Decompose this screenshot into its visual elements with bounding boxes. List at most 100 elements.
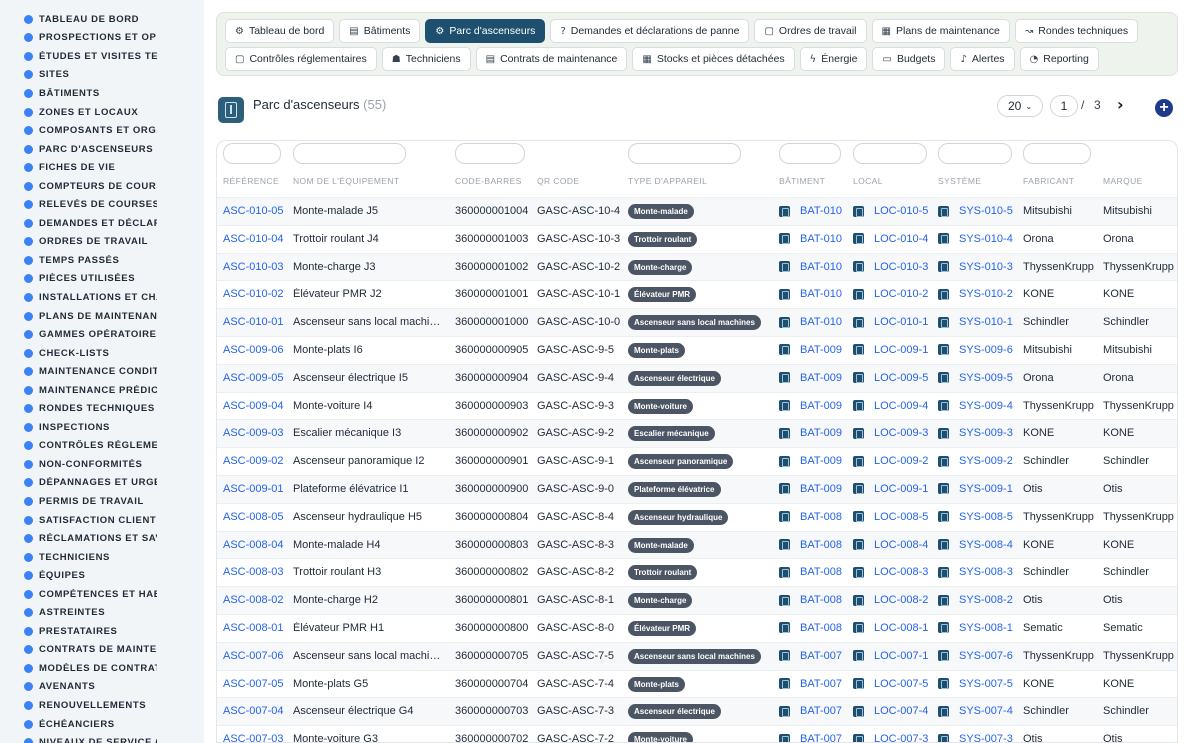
building-link[interactable]: BAT-010 xyxy=(779,261,842,273)
table-row[interactable]: ASC-008-04 Monte-malade H4 360000000803 GAS… xyxy=(217,530,1177,559)
system-link[interactable]: SYS-007-3 xyxy=(938,733,1013,742)
sidebar-item[interactable]: FICHES DE VIE xyxy=(0,158,204,177)
reference-link[interactable]: ASC-009-04 xyxy=(223,400,289,412)
system-link[interactable]: SYS-010-3 xyxy=(938,261,1013,273)
reference-link[interactable]: ASC-007-06 xyxy=(223,650,289,662)
table-row[interactable]: ASC-010-03 Monte-charge J3 360000001002 GAS… xyxy=(217,252,1177,281)
sidebar-item[interactable]: MAINTENANCE PRÉDICTIVE xyxy=(0,381,204,400)
table-row[interactable]: ASC-007-03 Monte-voiture G3 360000000702 GA… xyxy=(217,725,1177,742)
table-row[interactable]: ASC-008-05 Ascenseur hydraulique H5 360000… xyxy=(217,502,1177,531)
sidebar-item[interactable]: TEMPS PASSÉS xyxy=(0,251,204,270)
table-row[interactable]: ASC-010-04 Trottoir roulant J4 36000000100… xyxy=(217,224,1177,253)
local-link[interactable]: LOC-009-5 xyxy=(853,372,928,384)
system-link[interactable]: SYS-009-5 xyxy=(938,372,1013,384)
sidebar-item[interactable]: MAINTENANCE CONDITIONNELLE xyxy=(0,362,204,381)
tab-contrats[interactable]: ▤ Contrats de maintenance xyxy=(475,47,628,71)
filter-local[interactable] xyxy=(853,143,927,164)
column-header[interactable]: NOM DE L'ÉQUIPEMENT xyxy=(293,176,400,186)
system-link[interactable]: SYS-008-5 xyxy=(938,511,1013,523)
local-link[interactable]: LOC-010-4 xyxy=(853,233,928,245)
local-link[interactable]: LOC-008-3 xyxy=(853,566,928,578)
table-row[interactable]: ASC-010-01 Ascenseur sans local machin… 36… xyxy=(217,308,1177,336)
local-link[interactable]: LOC-009-2 xyxy=(853,455,928,467)
sidebar-item[interactable]: SITES xyxy=(0,66,204,85)
local-link[interactable]: LOC-007-4 xyxy=(853,705,928,717)
building-link[interactable]: BAT-009 xyxy=(779,427,842,439)
sidebar-item[interactable]: INSTALLATIONS ET CHANGEMENTS xyxy=(0,288,204,307)
system-link[interactable]: SYS-010-4 xyxy=(938,233,1013,245)
table-row[interactable]: ASC-010-05 Monte-malade J5 360000001004 GAS… xyxy=(217,197,1177,225)
building-link[interactable]: BAT-008 xyxy=(779,566,842,578)
building-link[interactable]: BAT-007 xyxy=(779,650,842,662)
table-row[interactable]: ASC-008-03 Trottoir roulant H3 36000000080… xyxy=(217,558,1177,586)
sidebar-item[interactable]: ZONES ET LOCAUX xyxy=(0,103,204,122)
current-page-input[interactable]: 1 xyxy=(1050,95,1078,117)
column-header[interactable]: QR CODE xyxy=(537,176,579,186)
page-size-select[interactable]: 20 ⌄ xyxy=(997,95,1043,117)
filter-barcode[interactable] xyxy=(455,143,525,164)
sidebar-item[interactable]: NIVEAUX DE SERVICE (SLA) xyxy=(0,733,204,743)
reference-link[interactable]: ASC-010-02 xyxy=(223,288,289,300)
building-link[interactable]: BAT-009 xyxy=(779,483,842,495)
system-link[interactable]: SYS-008-3 xyxy=(938,566,1013,578)
local-link[interactable]: LOC-010-5 xyxy=(853,205,928,217)
sidebar-item[interactable]: MODÈLES DE CONTRATS xyxy=(0,659,204,678)
sidebar-item[interactable]: ÉQUIPES xyxy=(0,566,204,585)
system-link[interactable]: SYS-007-6 xyxy=(938,650,1013,662)
sidebar-item[interactable]: COMPTEURS DE COURSES xyxy=(0,177,204,196)
sidebar-item[interactable]: ASTREINTES xyxy=(0,604,204,623)
tab-alertes[interactable]: ♪ Alertes xyxy=(950,47,1015,71)
local-link[interactable]: LOC-009-4 xyxy=(853,400,928,412)
system-link[interactable]: SYS-010-1 xyxy=(938,316,1013,328)
sidebar-item[interactable]: ÉCHÉANCIERS xyxy=(0,715,204,734)
table-row[interactable]: ASC-007-06 Ascenseur sans local machin… 36… xyxy=(217,641,1177,670)
table-row[interactable]: ASC-009-04 Monte-voiture I4 360000000903 GA… xyxy=(217,391,1177,420)
tab-plans-maintenance[interactable]: ▦ Plans de maintenance xyxy=(871,19,1010,43)
reference-link[interactable]: ASC-009-01 xyxy=(223,483,289,495)
system-link[interactable]: SYS-008-2 xyxy=(938,594,1013,606)
sidebar-item[interactable]: PIÈCES UTILISÉES xyxy=(0,270,204,289)
tab-tableau-de-bord[interactable]: ⚙ Tableau de bord xyxy=(225,19,335,43)
sidebar-item[interactable]: BÂTIMENTS xyxy=(0,84,204,103)
reference-link[interactable]: ASC-008-04 xyxy=(223,539,289,551)
tab-parc-ascenseurs[interactable]: ⚙ Parc d'ascenseurs xyxy=(425,19,546,43)
reference-link[interactable]: ASC-007-03 xyxy=(223,733,289,742)
tab-energie[interactable]: ϟ Énergie xyxy=(799,47,868,71)
system-link[interactable]: SYS-010-5 xyxy=(938,205,1013,217)
tab-stocks[interactable]: ▦ Stocks et pièces détachées xyxy=(632,47,795,71)
column-header[interactable]: BÂTIMENT xyxy=(779,176,825,186)
sidebar-item[interactable]: RENOUVELLEMENTS xyxy=(0,696,204,715)
local-link[interactable]: LOC-007-1 xyxy=(853,650,928,662)
filter-fabricant[interactable] xyxy=(1023,143,1091,164)
sidebar-item[interactable]: DÉPANNAGES ET URGENCES xyxy=(0,474,204,493)
table-row[interactable]: ASC-009-05 Ascenseur électrique I5 3600000… xyxy=(217,363,1177,392)
building-link[interactable]: BAT-009 xyxy=(779,455,842,467)
filter-type[interactable] xyxy=(628,143,741,164)
tab-budgets[interactable]: ▭ Budgets xyxy=(872,47,946,71)
tab-reporting[interactable]: ◔ Reporting xyxy=(1019,47,1099,71)
building-link[interactable]: BAT-009 xyxy=(779,372,842,384)
local-link[interactable]: LOC-007-3 xyxy=(853,733,928,742)
sidebar-item[interactable]: INSPECTIONS xyxy=(0,418,204,437)
reference-link[interactable]: ASC-009-05 xyxy=(223,372,289,384)
local-link[interactable]: LOC-009-1 xyxy=(853,344,928,356)
reference-link[interactable]: ASC-008-01 xyxy=(223,622,289,634)
system-link[interactable]: SYS-009-2 xyxy=(938,455,1013,467)
building-link[interactable]: BAT-009 xyxy=(779,400,842,412)
sidebar-item[interactable]: COMPÉTENCES ET HABILITATIONS xyxy=(0,585,204,604)
table-row[interactable]: ASC-008-02 Monte-charge H2 360000000801 GAS… xyxy=(217,586,1177,614)
reference-link[interactable]: ASC-007-04 xyxy=(223,705,289,717)
system-link[interactable]: SYS-007-4 xyxy=(938,705,1013,717)
local-link[interactable]: LOC-008-2 xyxy=(853,594,928,606)
local-link[interactable]: LOC-008-4 xyxy=(853,539,928,551)
system-link[interactable]: SYS-009-4 xyxy=(938,400,1013,412)
table-row[interactable]: ASC-008-01 Élévateur PMR H1 360000000800 GA… xyxy=(217,613,1177,642)
system-link[interactable]: SYS-009-6 xyxy=(938,344,1013,356)
tab-demandes[interactable]: ? Demandes et déclarations de panne xyxy=(550,19,750,43)
reference-link[interactable]: ASC-010-04 xyxy=(223,233,289,245)
building-link[interactable]: BAT-008 xyxy=(779,622,842,634)
column-header[interactable]: LOCAL xyxy=(853,176,883,186)
building-link[interactable]: BAT-010 xyxy=(779,205,842,217)
building-link[interactable]: BAT-008 xyxy=(779,594,842,606)
reference-link[interactable]: ASC-008-03 xyxy=(223,566,289,578)
